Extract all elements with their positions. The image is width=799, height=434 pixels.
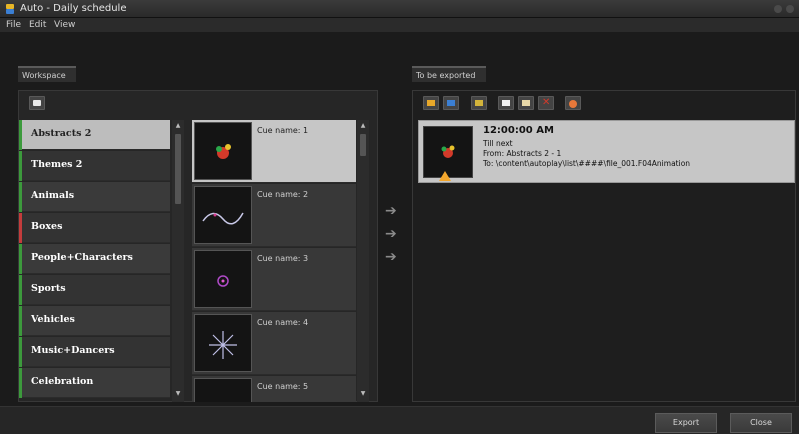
bottom-bar: Export Close bbox=[0, 406, 799, 434]
open-folder-button[interactable] bbox=[423, 96, 439, 110]
tab-to-be-exported-label: To be exported bbox=[416, 71, 476, 80]
category-item-abstracts-2[interactable]: Abstracts 2 bbox=[19, 120, 170, 150]
cue-label: Cue name: 3 bbox=[257, 254, 309, 263]
category-color-bar bbox=[19, 151, 22, 181]
transfer-arrow-icon[interactable]: ➔ bbox=[385, 204, 401, 218]
delete-icon: ✕ bbox=[542, 97, 551, 108]
category-scrollbar[interactable]: ▲ ▼ bbox=[172, 120, 184, 402]
record-icon bbox=[569, 100, 577, 108]
close-button[interactable]: Close bbox=[730, 413, 792, 433]
transfer-arrow-icon[interactable]: ➔ bbox=[385, 250, 401, 264]
window-title: Auto - Daily schedule bbox=[20, 3, 127, 14]
delete-button[interactable]: ✕ bbox=[538, 96, 554, 110]
export-list-item[interactable]: 12:00:00 AM Till next From: Abstracts 2 … bbox=[418, 120, 795, 183]
export-till: Till next bbox=[483, 139, 513, 148]
camera-icon bbox=[33, 100, 41, 106]
tab-workspace[interactable]: Workspace bbox=[18, 66, 76, 82]
save-button[interactable] bbox=[443, 96, 459, 110]
title-bar: Auto - Daily schedule bbox=[0, 0, 799, 18]
close-window-button[interactable] bbox=[786, 5, 794, 13]
scroll-up-arrow-icon[interactable]: ▲ bbox=[359, 122, 367, 130]
category-color-bar bbox=[19, 275, 22, 305]
warning-icon bbox=[439, 171, 451, 181]
category-color-bar bbox=[19, 182, 22, 212]
category-color-bar bbox=[19, 306, 22, 336]
category-label: Music+Dancers bbox=[31, 345, 115, 356]
new-button[interactable] bbox=[498, 96, 514, 110]
starburst-thumbnail-icon bbox=[194, 314, 252, 372]
thumbnail-icon bbox=[194, 378, 252, 402]
cue-scroll-thumb[interactable] bbox=[360, 134, 366, 156]
export-to: To: \content\autoplay\list\####\file_001… bbox=[483, 159, 691, 168]
cue-item[interactable]: Cue name: 5 bbox=[192, 376, 356, 402]
category-label: Boxes bbox=[31, 221, 63, 232]
menu-view[interactable]: View bbox=[54, 20, 75, 30]
category-label: Sports bbox=[31, 283, 66, 294]
category-item-boxes[interactable]: Boxes bbox=[19, 213, 170, 243]
fireworks-thumbnail-icon bbox=[194, 122, 252, 180]
category-color-bar bbox=[19, 213, 22, 243]
cue-label: Cue name: 4 bbox=[257, 318, 309, 327]
export-from: From: Abstracts 2 - 1 bbox=[483, 149, 562, 158]
record-button[interactable] bbox=[565, 96, 581, 110]
category-item-sports[interactable]: Sports bbox=[19, 275, 170, 305]
category-label: Abstracts 2 bbox=[31, 128, 92, 139]
menu-edit[interactable]: Edit bbox=[29, 20, 46, 30]
cue-item[interactable]: Cue name: 4 bbox=[192, 312, 356, 375]
category-color-bar bbox=[19, 368, 22, 398]
menu-file[interactable]: File bbox=[6, 20, 21, 30]
add-button[interactable] bbox=[471, 96, 487, 110]
category-item-animals[interactable]: Animals bbox=[19, 182, 170, 212]
tab-workspace-label: Workspace bbox=[22, 71, 66, 80]
export-button[interactable]: Export bbox=[655, 413, 717, 433]
category-label: Animals bbox=[31, 190, 75, 201]
copy-icon bbox=[522, 100, 530, 106]
category-item-vehicles[interactable]: Vehicles bbox=[19, 306, 170, 336]
camera-button[interactable] bbox=[29, 96, 45, 110]
category-label: Themes 2 bbox=[31, 159, 83, 170]
save-icon bbox=[447, 100, 455, 106]
category-item-people-characters[interactable]: People+Characters bbox=[19, 244, 170, 274]
minimize-button[interactable] bbox=[774, 5, 782, 13]
new-icon bbox=[502, 100, 510, 106]
cue-item[interactable]: Cue name: 2 bbox=[192, 184, 356, 247]
category-label: Vehicles bbox=[31, 314, 75, 325]
category-list: Abstracts 2 Themes 2 Animals Boxes Peopl… bbox=[19, 120, 179, 402]
cue-label: Cue name: 1 bbox=[257, 126, 309, 135]
cue-label: Cue name: 2 bbox=[257, 190, 309, 199]
menu-bar: File Edit View bbox=[0, 18, 799, 32]
category-label: People+Characters bbox=[31, 252, 133, 263]
cue-label: Cue name: 5 bbox=[257, 382, 309, 391]
scroll-up-arrow-icon[interactable]: ▲ bbox=[174, 122, 182, 130]
cue-list: Cue name: 1 Cue name: 2 Cue name: 3 Cue … bbox=[192, 120, 357, 402]
category-item-celebration[interactable]: Celebration bbox=[19, 368, 170, 398]
transfer-arrow-icon[interactable]: ➔ bbox=[385, 227, 401, 241]
open-folder-icon bbox=[427, 100, 435, 106]
wave-thumbnail-icon bbox=[194, 186, 252, 244]
category-label: Celebration bbox=[31, 376, 94, 387]
cue-item[interactable]: Cue name: 3 bbox=[192, 248, 356, 311]
category-color-bar bbox=[19, 337, 22, 367]
sparkle-thumbnail-icon bbox=[194, 250, 252, 308]
cue-scrollbar[interactable]: ▲ ▼ bbox=[357, 120, 369, 402]
app-icon bbox=[6, 4, 14, 14]
category-scroll-thumb[interactable] bbox=[175, 134, 181, 204]
scroll-down-arrow-icon[interactable]: ▼ bbox=[174, 390, 182, 398]
cue-item[interactable]: Cue name: 1 bbox=[192, 120, 356, 183]
category-color-bar bbox=[19, 244, 22, 274]
copy-button[interactable] bbox=[518, 96, 534, 110]
add-icon bbox=[475, 100, 483, 106]
scroll-down-arrow-icon[interactable]: ▼ bbox=[359, 390, 367, 398]
category-item-themes-2[interactable]: Themes 2 bbox=[19, 151, 170, 181]
category-color-bar bbox=[19, 120, 22, 150]
export-time: 12:00:00 AM bbox=[483, 125, 554, 136]
category-item-music-dancers[interactable]: Music+Dancers bbox=[19, 337, 170, 367]
tab-to-be-exported[interactable]: To be exported bbox=[412, 66, 486, 82]
